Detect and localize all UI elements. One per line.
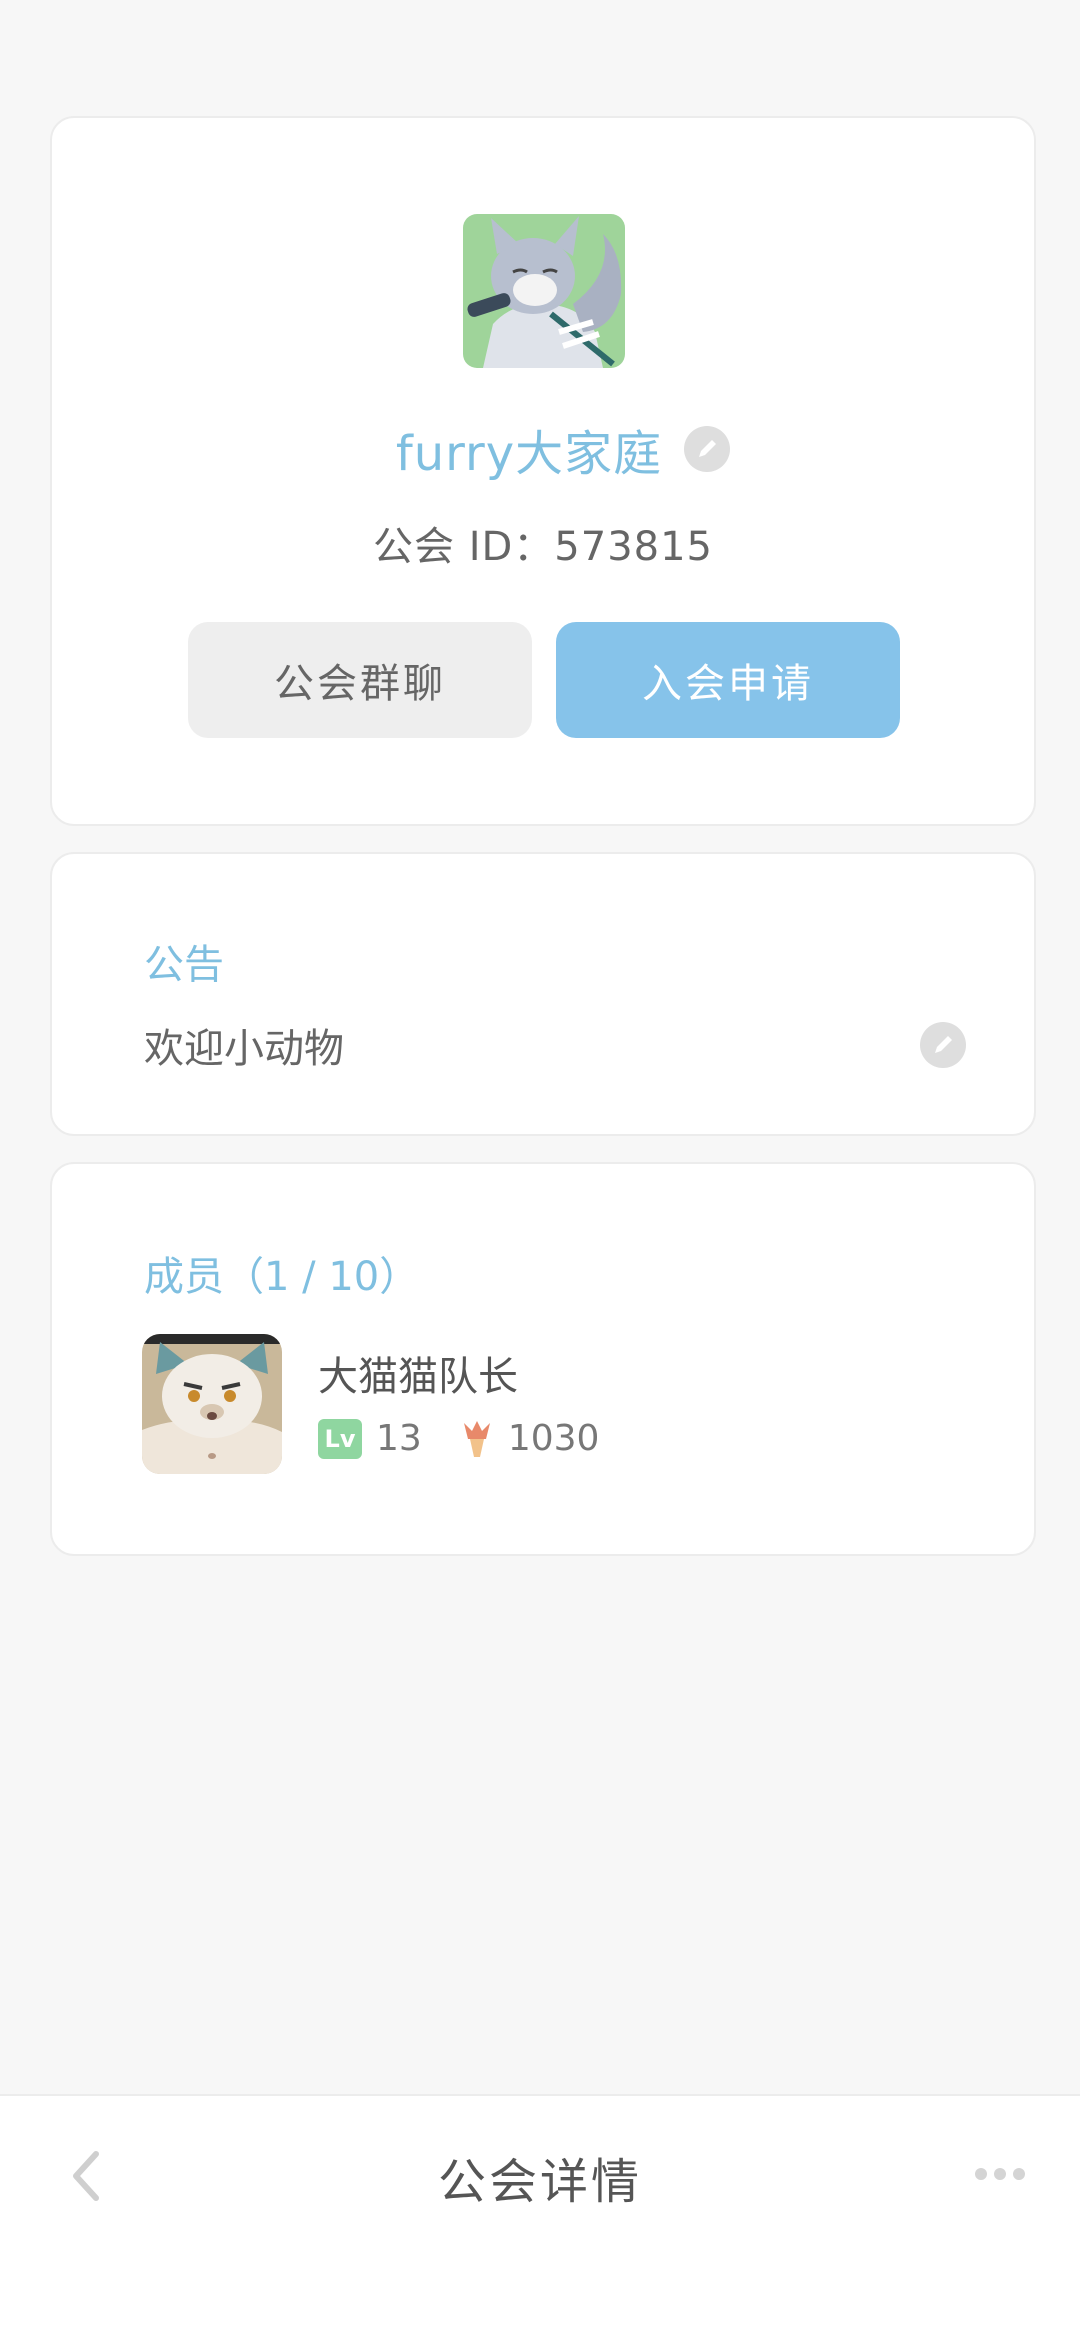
guild-name: furry大家庭 <box>395 426 663 482</box>
pencil-icon <box>699 440 717 457</box>
member-avatar[interactable] <box>142 1334 282 1474</box>
notice-card: 公告 欢迎小动物 <box>50 852 1036 1136</box>
guild-detail-page: furry大家庭 公会 ID：573815 公会群聊 入会申请 公告 欢迎小动物… <box>0 0 1080 2347</box>
more-dots-icon <box>975 2168 1025 2180</box>
member-level: 13 <box>376 1418 422 1459</box>
guild-avatar[interactable] <box>463 214 625 368</box>
more-button[interactable] <box>972 2154 1028 2194</box>
cat-avatar-icon <box>142 1334 282 1474</box>
guild-id: 公会 ID：573815 <box>372 524 713 570</box>
member-stats: Lv 13 1030 <box>318 1418 599 1459</box>
notice-text: 欢迎小动物 <box>144 1026 344 1072</box>
torch-icon <box>463 1420 490 1457</box>
member-score: 1030 <box>507 1418 600 1459</box>
wolf-avatar-icon <box>463 214 625 368</box>
pencil-icon <box>935 1036 952 1053</box>
edit-notice-button[interactable] <box>920 1022 966 1068</box>
join-request-button[interactable]: 入会申请 <box>556 622 900 738</box>
member-name: 大猫猫队长 <box>318 1354 518 1400</box>
edit-guild-name-button[interactable] <box>684 426 731 472</box>
level-badge: Lv <box>318 1418 362 1459</box>
bottom-title-bar: 公会详情 <box>0 2094 1080 2347</box>
member-list-item[interactable]: 大猫猫队长 Lv 13 1030 <box>142 1334 962 1474</box>
notice-title: 公告 <box>144 942 224 988</box>
guild-name-row: furry大家庭 <box>52 414 1034 484</box>
members-card: 成员（1 / 10） 大猫猫队长 Lv 13 1030 <box>50 1162 1036 1556</box>
members-title: 成员（1 / 10） <box>144 1254 420 1300</box>
guild-info-card: furry大家庭 公会 ID：573815 公会群聊 入会申请 <box>50 116 1036 826</box>
page-title: 公会详情 <box>437 2154 642 2210</box>
guild-chat-button[interactable]: 公会群聊 <box>188 622 532 738</box>
